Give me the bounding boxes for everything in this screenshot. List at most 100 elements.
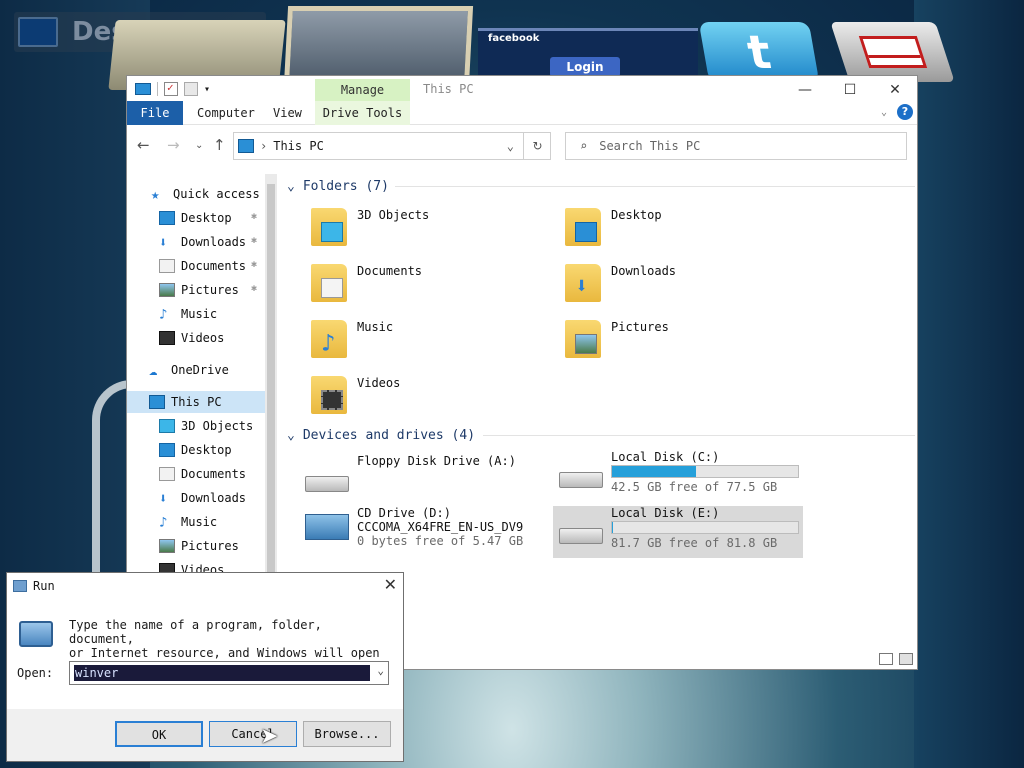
devices-group-header[interactable]: ⌄ Devices and drives (4)	[287, 424, 475, 446]
run-title: Run	[33, 579, 55, 593]
documents-icon	[159, 467, 175, 481]
folder-videos[interactable]: Videos	[303, 372, 543, 422]
details-view-icon[interactable]	[879, 653, 893, 665]
folder-label: 3D Objects	[357, 208, 430, 222]
properties-icon[interactable]	[164, 81, 178, 96]
back-arrow-icon[interactable]: ←	[137, 136, 150, 154]
pin-icon[interactable]: ✱	[251, 283, 257, 294]
chevron-down-icon[interactable]: ⌄	[377, 664, 384, 677]
folders-group-header[interactable]: ⌄ Folders (7)	[287, 175, 389, 197]
nav-label: Videos	[181, 331, 225, 345]
nav-label: Pictures	[181, 283, 239, 297]
nav-pc-documents[interactable]: Documents	[159, 463, 246, 485]
drive-local-c[interactable]: Local Disk (C:) 42.5 GB free of 77.5 GB	[559, 450, 803, 502]
documents-icon	[321, 278, 343, 298]
drive-free-space: 42.5 GB free of 77.5 GB	[611, 480, 778, 494]
drive-free-space: 0 bytes free of 5.47 GB	[357, 534, 524, 548]
folder-downloads[interactable]: ⬇ Downloads	[557, 260, 797, 310]
address-bar[interactable]: › This PC ⌄	[233, 132, 551, 160]
folder-pictures[interactable]: Pictures	[557, 316, 797, 366]
nav-label: Quick access	[173, 187, 260, 201]
drive-name: Local Disk (E:)	[611, 506, 720, 520]
desktop-tile-photo[interactable]	[283, 6, 474, 86]
nav-label: Pictures	[181, 539, 239, 553]
cancel-button[interactable]: Cancel	[209, 721, 297, 747]
expand-ribbon-icon[interactable]: ⌄	[881, 107, 887, 118]
nav-qa-videos[interactable]: Videos	[159, 327, 224, 349]
nav-qa-music[interactable]: ♪ Music	[159, 303, 217, 325]
customize-toolbar-icon[interactable]: ▾	[204, 84, 210, 95]
nav-this-pc[interactable]: This PC	[127, 391, 265, 413]
nav-pc-music[interactable]: ♪ Music	[159, 511, 217, 533]
minimize-button[interactable]: —	[782, 78, 828, 102]
nav-label: Desktop	[181, 211, 232, 225]
pin-icon[interactable]: ✱	[251, 235, 257, 246]
folder-desktop[interactable]: Desktop	[557, 204, 797, 254]
recent-locations-icon[interactable]: ⌄	[195, 140, 203, 151]
nav-pc-pictures[interactable]: Pictures	[159, 535, 239, 557]
search-input[interactable]: ⌕ Search This PC	[565, 132, 907, 160]
refresh-icon[interactable]: ↻	[523, 132, 551, 160]
drive-floppy-a[interactable]: Floppy Disk Drive (A:)	[305, 454, 545, 506]
tab-drive-tools[interactable]: Drive Tools	[315, 101, 410, 125]
folder-label: Downloads	[611, 264, 677, 278]
folder-documents[interactable]: Documents	[303, 260, 543, 310]
pin-icon[interactable]: ✱	[251, 211, 257, 222]
this-pc-icon	[238, 139, 254, 153]
desktop-wall-right	[914, 0, 1024, 768]
facebook-login-button[interactable]: Login	[550, 57, 620, 77]
close-button[interactable]: ✕	[872, 78, 918, 102]
manage-context-tab[interactable]: Manage	[315, 79, 410, 101]
folder-label: Videos	[357, 376, 401, 390]
tab-view[interactable]: View	[261, 101, 314, 125]
twitter-tile[interactable]: t	[698, 22, 820, 82]
run-titlebar[interactable]: Run ✕	[7, 573, 403, 599]
up-arrow-icon[interactable]: ↑	[213, 136, 226, 154]
new-folder-icon[interactable]	[184, 82, 198, 96]
help-icon[interactable]: ?	[897, 104, 913, 120]
run-body: Type the name of a program, folder, docu…	[7, 599, 403, 709]
nav-qa-desktop[interactable]: Desktop	[159, 207, 232, 229]
drive-local-e[interactable]: Local Disk (E:) 81.7 GB free of 81.8 GB	[553, 506, 803, 558]
nav-quick-access[interactable]: ★ Quick access	[151, 183, 260, 205]
browse-button[interactable]: Browse...	[303, 721, 391, 747]
nav-qa-documents[interactable]: Documents	[159, 255, 246, 277]
monitor-icon	[18, 17, 58, 47]
videos-icon	[159, 331, 175, 345]
nav-label: Downloads	[181, 491, 247, 505]
nav-pc-desktop[interactable]: Desktop	[159, 439, 232, 461]
nav-pc-3d-objects[interactable]: 3D Objects	[159, 415, 253, 437]
address-path: This PC	[273, 139, 324, 153]
maximize-button[interactable]: ☐	[827, 78, 873, 102]
nav-qa-pictures[interactable]: Pictures	[159, 279, 239, 301]
folder-music[interactable]: ♪ Music	[303, 316, 543, 366]
tab-file[interactable]: File	[127, 101, 183, 125]
open-input-value[interactable]: winver	[74, 665, 370, 681]
nav-pc-downloads[interactable]: ⬇ Downloads	[159, 487, 246, 509]
nav-label: OneDrive	[171, 363, 229, 377]
search-icon: ⌕	[580, 139, 588, 153]
large-icons-view-icon[interactable]	[899, 653, 913, 665]
ribbon-right-controls: ⌄ ?	[881, 104, 913, 120]
mouse-pointer-icon: ➤	[260, 724, 279, 749]
breadcrumb-chevron-icon[interactable]: ›	[260, 139, 267, 153]
ok-button[interactable]: OK	[115, 721, 203, 747]
scrollbar-thumb[interactable]	[267, 184, 275, 584]
mail-tile[interactable]	[830, 22, 955, 82]
open-combobox[interactable]: winver ⌄	[69, 661, 389, 685]
this-pc-icon	[149, 395, 165, 409]
pin-icon[interactable]: ✱	[251, 259, 257, 270]
this-pc-icon	[135, 83, 151, 95]
facebook-tile[interactable]: facebook Login	[478, 28, 698, 78]
nav-onedrive[interactable]: ☁ OneDrive	[149, 359, 229, 381]
nav-qa-downloads[interactable]: ⬇ Downloads	[159, 231, 246, 253]
drive-cd-d[interactable]: CD Drive (D:) CCCOMA_X64FRE_EN-US_DV9 0 …	[305, 506, 555, 558]
forward-arrow-icon[interactable]: →	[167, 136, 180, 154]
close-icon[interactable]: ✕	[384, 575, 397, 594]
folder-3d-objects[interactable]: 3D Objects	[303, 204, 543, 254]
view-switcher	[879, 653, 913, 665]
hard-drive-icon	[559, 528, 603, 544]
address-dropdown-icon[interactable]: ⌄	[507, 139, 514, 153]
group-divider	[395, 186, 915, 187]
tab-computer[interactable]: Computer	[185, 101, 267, 125]
